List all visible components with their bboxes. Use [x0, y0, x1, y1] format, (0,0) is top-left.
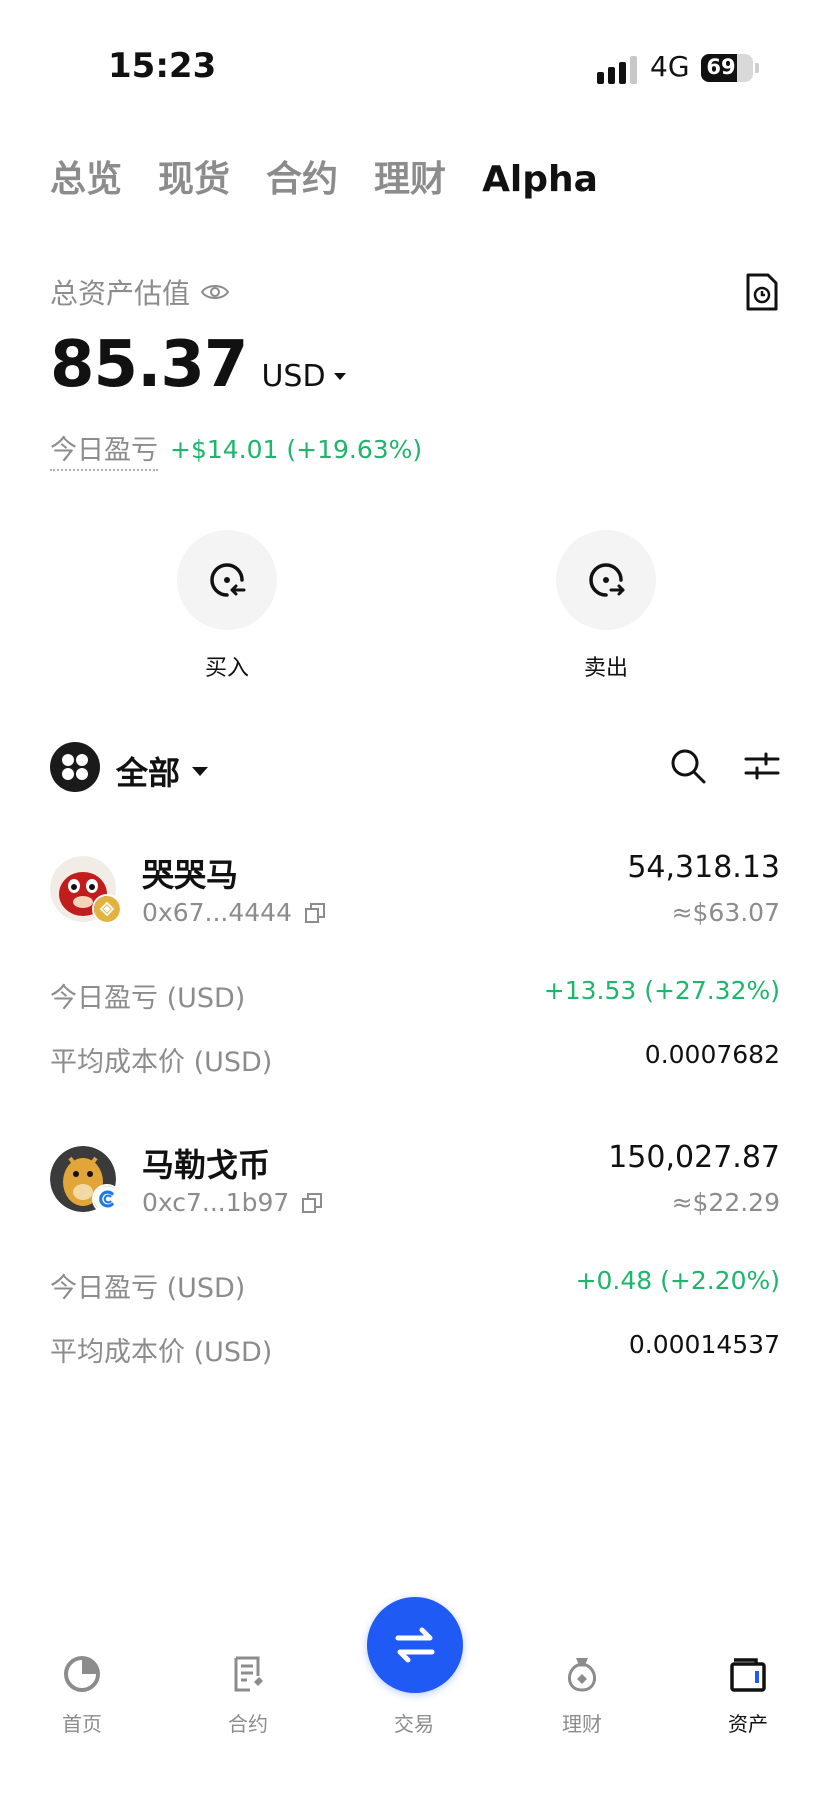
balance-row: 85.37 USD [50, 328, 346, 402]
token-cost-label: 平均成本价 (USD) [50, 1337, 273, 1368]
token-name: 哭哭马 [142, 856, 239, 894]
sell-icon-circle [556, 530, 656, 630]
nav-assets-label: 资产 [728, 1712, 768, 1736]
futures-icon [234, 1656, 263, 1692]
token-pnl-label: 今日盈亏 (USD) [50, 1273, 246, 1304]
history-icon[interactable] [744, 272, 780, 312]
nav-futures-label: 合约 [228, 1712, 268, 1736]
token-name: 马勒戈币 [142, 1146, 271, 1184]
trade-icon [395, 1627, 435, 1663]
today-pnl-label[interactable]: 今日盈亏 [50, 428, 158, 471]
nav-earn[interactable]: 理财 [522, 1654, 642, 1737]
network-type: 4G [650, 50, 690, 83]
status-time: 15:23 [108, 46, 217, 86]
token-pnl-value: +0.48 (+2.20%) [575, 1266, 780, 1295]
copy-icon[interactable] [301, 1192, 323, 1214]
assets-icon [730, 1658, 766, 1692]
token-amount: 150,027.87 [608, 1140, 780, 1175]
token-address: 0xc7...1b97 [142, 1188, 290, 1217]
buy-button[interactable]: 买入 [177, 530, 277, 682]
status-bar: 15:23 4G 69 [0, 0, 828, 135]
earn-icon [568, 1658, 596, 1692]
nav-trade-label: 交易 [394, 1712, 434, 1736]
battery-level: 69 [706, 55, 736, 79]
nav-home[interactable]: 首页 [22, 1654, 142, 1737]
nav-home-label: 首页 [62, 1712, 102, 1736]
total-balance: 85.37 [50, 328, 248, 402]
token-address-row: 0xc7...1b97 [142, 1188, 323, 1217]
copy-icon[interactable] [304, 902, 326, 924]
token-usd-value: ≈$22.29 [671, 1188, 780, 1217]
buy-icon [210, 563, 246, 597]
asset-tabs: 总览 现货 合约 理财 Alpha [50, 150, 598, 202]
all-grid-icon[interactable] [50, 742, 100, 792]
eye-icon[interactable] [200, 281, 230, 303]
signal-strength-icon [597, 56, 639, 84]
all-filter-label: 全部 [116, 754, 181, 792]
token-pnl-row: 今日盈亏 (USD) +0.48 (+2.20%) [50, 1266, 780, 1304]
caret-down-icon [333, 373, 346, 380]
today-pnl-value: +$14.01 (+19.63%) [170, 435, 423, 464]
total-asset-label: 总资产估值 [50, 277, 191, 310]
trade-button[interactable] [367, 1597, 463, 1693]
buy-label: 买入 [204, 656, 249, 681]
token-cost-row: 平均成本价 (USD) 0.0007682 [50, 1040, 780, 1078]
token-cost-row: 平均成本价 (USD) 0.00014537 [50, 1330, 780, 1368]
nav-futures[interactable]: 合约 [188, 1654, 308, 1737]
sell-icon [589, 563, 625, 597]
sell-button[interactable]: 卖出 [556, 530, 656, 682]
bnb-chain-badge-icon [92, 894, 122, 924]
battery-cap [755, 63, 759, 73]
sell-label: 卖出 [583, 656, 628, 681]
total-asset-label-row: 总资产估值 [50, 272, 230, 312]
token-amount: 54,318.13 [627, 850, 780, 885]
tab-spot[interactable]: 现货 [158, 150, 230, 202]
battery-icon: 69 [701, 54, 753, 82]
today-pnl-row: 今日盈亏 +$14.01 (+19.63%) [50, 428, 422, 471]
token-usd-value: ≈$63.07 [671, 898, 780, 927]
token-pnl-label: 今日盈亏 (USD) [50, 983, 246, 1014]
home-icon [64, 1656, 100, 1692]
token-address-row: 0x67...4444 [142, 898, 326, 927]
bottom-nav: 首页 合约 交易 理财 资产 [0, 1597, 828, 1801]
buy-icon-circle [177, 530, 277, 630]
all-filter-dropdown[interactable]: 全部 [116, 748, 209, 794]
currency-label: USD [261, 359, 326, 394]
filter-row: 全部 [50, 742, 780, 794]
token-pnl-row: 今日盈亏 (USD) +13.53 (+27.32%) [50, 976, 780, 1014]
chain-badge-icon [92, 1184, 122, 1214]
nav-assets[interactable]: 资产 [688, 1654, 808, 1737]
tab-alpha[interactable]: Alpha [482, 159, 598, 200]
token-cost-label: 平均成本价 (USD) [50, 1047, 273, 1078]
tab-overview[interactable]: 总览 [50, 150, 122, 202]
token-cost-value: 0.0007682 [644, 1040, 780, 1069]
caret-down-icon [192, 766, 209, 776]
search-icon[interactable] [669, 747, 707, 785]
token-address: 0x67...4444 [142, 898, 292, 927]
token-cost-value: 0.00014537 [628, 1330, 780, 1359]
tab-earn[interactable]: 理财 [374, 150, 446, 202]
filter-settings-icon[interactable] [744, 748, 780, 784]
nav-earn-label: 理财 [562, 1712, 602, 1736]
tab-futures[interactable]: 合约 [266, 150, 338, 202]
currency-selector[interactable]: USD [261, 359, 346, 394]
token-pnl-value: +13.53 (+27.32%) [543, 976, 780, 1005]
